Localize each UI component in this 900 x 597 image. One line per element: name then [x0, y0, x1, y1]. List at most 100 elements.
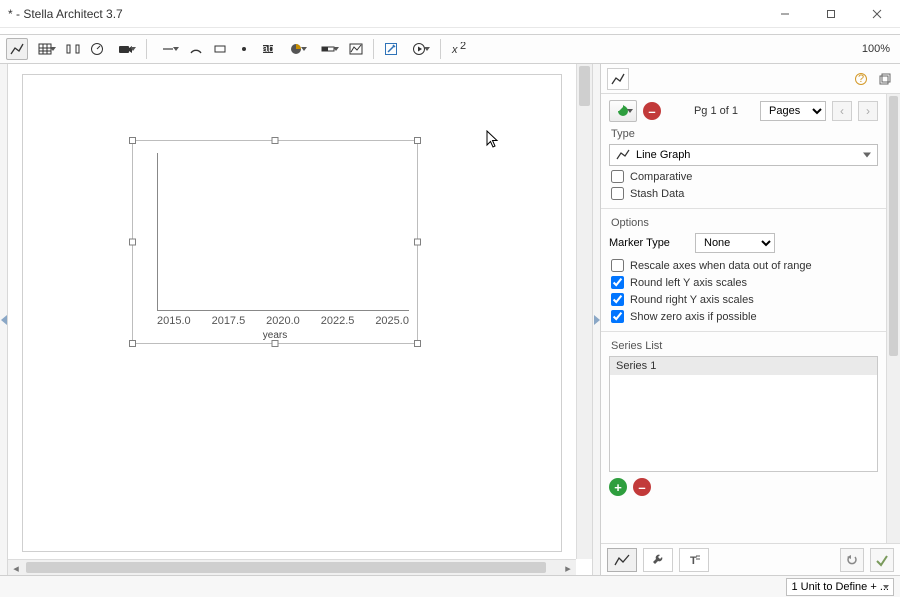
tab-graph-icon[interactable] — [607, 548, 637, 572]
table-tool-icon[interactable] — [30, 38, 60, 60]
panel-footer-tabs: T — [601, 543, 900, 575]
plot-axes — [157, 153, 409, 311]
svg-text:?: ? — [858, 73, 864, 85]
marker-type-combo[interactable]: None — [695, 233, 775, 253]
resize-handle-tr[interactable] — [414, 137, 421, 144]
main-area: 2015.0 2017.5 2020.0 2022.5 2025.0 years… — [0, 64, 900, 575]
round-right-checkbox[interactable] — [611, 293, 624, 306]
scroll-left-icon[interactable]: ◂ — [9, 561, 23, 575]
show-zero-checkbox[interactable] — [611, 310, 624, 323]
run-tool-icon[interactable] — [404, 38, 434, 60]
round-left-checkbox[interactable] — [611, 276, 624, 289]
round-right-label: Round right Y axis scales — [630, 294, 754, 306]
properties-panel: ? – Pg 1 of 1 Pages — [600, 64, 900, 575]
scroll-thumb[interactable] — [889, 96, 898, 356]
pie-tool-icon[interactable] — [281, 38, 311, 60]
add-series-button[interactable]: + — [609, 478, 627, 496]
comparative-checkbox[interactable] — [611, 170, 624, 183]
canvas-scrollbar-horizontal[interactable]: ◂ ▸ — [8, 559, 576, 575]
series-list[interactable]: Series 1 — [609, 356, 878, 472]
tab-wrench-icon[interactable] — [643, 548, 673, 572]
page-indicator: Pg 1 of 1 — [694, 105, 738, 117]
series-item[interactable]: Series 1 — [610, 357, 877, 375]
graph-object[interactable]: 2015.0 2017.5 2020.0 2022.5 2025.0 years — [132, 140, 418, 344]
scroll-thumb[interactable] — [26, 562, 546, 573]
resize-handle-bm[interactable] — [272, 340, 279, 347]
panel-scrollbar[interactable] — [886, 94, 900, 543]
arc-tool-icon[interactable] — [185, 38, 207, 60]
maximize-button[interactable] — [808, 0, 854, 28]
panel-body: – Pg 1 of 1 Pages ‹ › Type Line Graph — [601, 94, 900, 543]
plot-area — [157, 153, 409, 311]
show-zero-label: Show zero axis if possible — [630, 311, 757, 323]
comparative-label: Comparative — [630, 171, 692, 183]
rescale-label: Rescale axes when data out of range — [630, 260, 812, 272]
type-section-label: Type — [611, 128, 878, 140]
status-bar: 1 Unit to Define + ... — [0, 575, 900, 597]
tab-text-icon[interactable]: T — [679, 548, 709, 572]
series-section-label: Series List — [611, 340, 878, 352]
scroll-right-icon[interactable]: ▸ — [561, 561, 575, 575]
resize-handle-bl[interactable] — [129, 340, 136, 347]
units-value: 1 Unit to Define + ... — [791, 581, 889, 593]
help-icon[interactable]: ? — [852, 70, 870, 88]
canvas-scrollbar-vertical[interactable] — [576, 64, 592, 559]
sparkline-tool-icon[interactable] — [345, 38, 367, 60]
graph-type-combo[interactable]: Line Graph — [609, 144, 878, 166]
canvas[interactable]: 2015.0 2017.5 2020.0 2022.5 2025.0 years… — [8, 64, 592, 575]
right-collapse-gutter[interactable] — [592, 64, 600, 575]
line-graph-tool-icon[interactable] — [6, 38, 28, 60]
text-bg-tool-icon[interactable]: ab — [257, 38, 279, 60]
connector-tool-icon[interactable] — [153, 38, 183, 60]
rescale-checkbox[interactable] — [611, 259, 624, 272]
popout-icon[interactable] — [876, 70, 894, 88]
svg-text:x: x — [451, 44, 458, 56]
panel-header: ? — [601, 64, 900, 94]
camera-tool-icon[interactable] — [110, 38, 140, 60]
window-title: * - Stella Architect 3.7 — [6, 7, 762, 21]
round-left-label: Round left Y axis scales — [630, 277, 747, 289]
left-collapse-gutter[interactable] — [0, 64, 8, 575]
x-tick-labels: 2015.0 2017.5 2020.0 2022.5 2025.0 — [157, 315, 409, 327]
svg-text:2: 2 — [460, 42, 466, 52]
title-bar: * - Stella Architect 3.7 — [0, 0, 900, 28]
x-tick: 2022.5 — [321, 315, 355, 327]
page-nav-row: – Pg 1 of 1 Pages ‹ › — [609, 100, 878, 122]
progress-tool-icon[interactable] — [313, 38, 343, 60]
resize-handle-tm[interactable] — [272, 137, 279, 144]
resize-handle-ml[interactable] — [129, 239, 136, 246]
resize-handle-mr[interactable] — [414, 239, 421, 246]
x-tick: 2020.0 — [266, 315, 300, 327]
svg-text:ab: ab — [262, 43, 274, 55]
minimize-button[interactable] — [762, 0, 808, 28]
pages-selector[interactable]: Pages — [760, 101, 826, 121]
scroll-thumb[interactable] — [579, 66, 590, 106]
close-button[interactable] — [854, 0, 900, 28]
x-tick: 2017.5 — [212, 315, 246, 327]
stash-data-label: Stash Data — [630, 188, 684, 200]
svg-text:T: T — [690, 555, 697, 567]
stash-data-checkbox[interactable] — [611, 187, 624, 200]
equation-tool-icon[interactable]: x2 — [447, 38, 469, 60]
undo-button[interactable] — [840, 548, 864, 572]
add-page-button[interactable] — [609, 100, 637, 122]
array-tool-icon[interactable] — [62, 38, 84, 60]
resize-handle-tl[interactable] — [129, 137, 136, 144]
dot-tool-icon[interactable] — [233, 38, 255, 60]
x-tick: 2025.0 — [375, 315, 409, 327]
edit-tool-icon[interactable] — [380, 38, 402, 60]
rectangle-tool-icon[interactable] — [209, 38, 231, 60]
remove-page-button[interactable]: – — [643, 102, 661, 120]
panel-graph-icon[interactable] — [607, 68, 629, 90]
units-combo[interactable]: 1 Unit to Define + ... — [786, 578, 894, 596]
next-page-button[interactable]: › — [858, 101, 878, 121]
zoom-level[interactable]: 100% — [862, 43, 894, 55]
resize-handle-br[interactable] — [414, 340, 421, 347]
prev-page-button[interactable]: ‹ — [832, 101, 852, 121]
options-section-label: Options — [611, 217, 878, 229]
line-graph-icon — [616, 149, 630, 161]
apply-button[interactable] — [870, 548, 894, 572]
graph-type-value: Line Graph — [636, 149, 690, 161]
gauge-tool-icon[interactable] — [86, 38, 108, 60]
remove-series-button[interactable]: – — [633, 478, 651, 496]
